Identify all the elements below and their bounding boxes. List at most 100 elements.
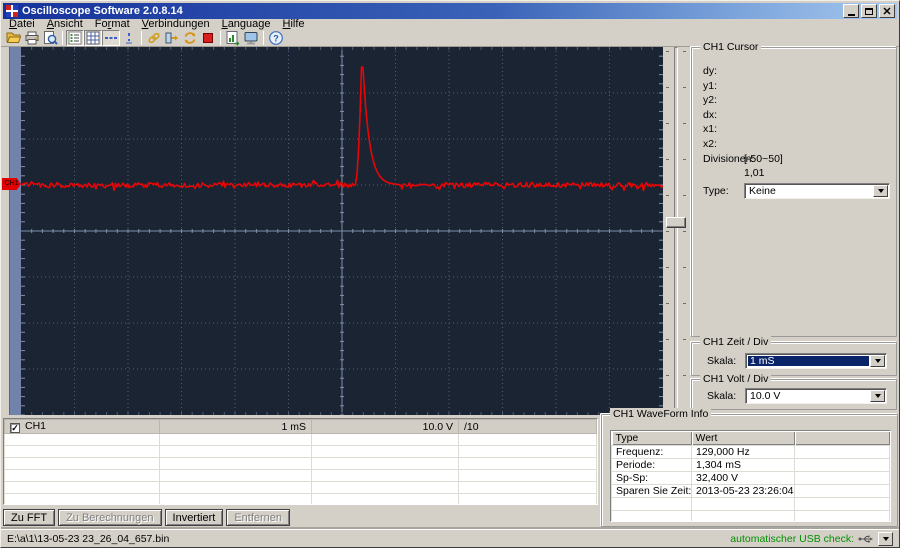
help-icon: ?: [269, 31, 283, 45]
channel-checkbox[interactable]: ✓: [10, 423, 20, 433]
cursor-field-y1: y1:: [703, 79, 718, 92]
vertical-cursors-button[interactable]: [120, 30, 138, 46]
ch1-waveform-info-group: CH1 WaveForm Info Type Wert Frequenz: 129…: [601, 408, 898, 527]
channel-empty-row: [4, 457, 597, 470]
cursor-field-x1: x1:: [703, 123, 718, 136]
vertical-position-slider: [663, 47, 689, 415]
minimize-icon: [847, 13, 855, 16]
open-file-button[interactable]: [5, 30, 23, 46]
legend-icon: [68, 31, 82, 45]
menu-datei[interactable]: Datei: [3, 19, 41, 30]
ch1-volt-div-group: CH1 Volt / Div Skala: 10.0 V: [691, 373, 897, 410]
grid-button[interactable]: [84, 30, 102, 46]
help-button[interactable]: ?: [267, 30, 285, 46]
channel-name: CH1: [25, 420, 47, 432]
channel-probe: /10: [458, 419, 597, 434]
invertiert-button[interactable]: Invertiert: [164, 509, 224, 526]
grid-icon: [86, 31, 100, 45]
channel-row-ch1[interactable]: ✓ CH1 1 mS 10.0 V /10: [4, 419, 597, 434]
menu-hilfe[interactable]: Hilfe: [277, 19, 311, 30]
app-window: Oscilloscope Software 2.0.8.14 Datei Ans…: [0, 0, 900, 548]
cursor-divisions-value-row: 1,01: [744, 167, 765, 180]
slider-track[interactable]: [674, 47, 678, 415]
title-bar: Oscilloscope Software 2.0.8.14: [3, 3, 897, 19]
waveform-info-empty-row: [611, 496, 890, 511]
channel-table: ✓ CH1 1 mS 10.0 V /10: [3, 418, 598, 505]
channel-position-gutter[interactable]: [9, 47, 21, 415]
open-file-icon: [6, 32, 22, 43]
scope-canvas[interactable]: [21, 47, 663, 415]
waveform-info-row-savetime: Sparen Sie Zeit: 2013-05-23 23:26:04: [611, 483, 890, 498]
channel-empty-row: [4, 445, 597, 458]
toolbar-separator: [141, 31, 142, 45]
status-bar: E:\a\1\13-05-23 23_26_04_657.bin automat…: [1, 529, 899, 548]
cursor-field-dx: dx:: [703, 108, 718, 121]
display-button[interactable]: [242, 30, 260, 46]
toolbar-separator: [62, 31, 63, 45]
waveform-info-table: Type Wert Frequenz: 129,000 Hz Periode: 1,…: [610, 430, 891, 522]
menu-language[interactable]: Language: [216, 19, 277, 30]
ch1-waveform-info-title: CH1 WaveForm Info: [610, 408, 712, 421]
close-button[interactable]: [879, 4, 895, 18]
entfernen-button[interactable]: Entfernen: [226, 509, 291, 526]
display-icon: [244, 32, 258, 45]
dropdown-arrow-icon[interactable]: [870, 390, 885, 402]
waveform-info-row-frequency: Frequenz: 129,000 Hz: [611, 444, 890, 459]
volt-scale-label: Skala:: [707, 390, 737, 402]
horizontal-cursors-button[interactable]: [102, 30, 120, 46]
print-icon: [25, 31, 39, 45]
menu-verbindungen[interactable]: Verbindungen: [136, 19, 216, 30]
channel-time-scale: 1 mS: [159, 419, 312, 434]
refresh-icon: [184, 32, 196, 44]
menu-format[interactable]: Format: [89, 19, 136, 30]
cursor-field-y2: y2:: [703, 94, 718, 107]
toolbar-separator: [220, 31, 221, 45]
ch1-cursor-group: CH1 Cursor dy: y1: y2: dx: x1: x2: Divis…: [691, 41, 897, 337]
channel-empty-row: [4, 469, 597, 482]
link-button[interactable]: [145, 30, 163, 46]
toolbar-separator: [263, 31, 264, 45]
cursor-type-row: Type: Keine: [692, 183, 896, 200]
menu-ansicht[interactable]: Ansicht: [41, 19, 89, 30]
channel-empty-row: [4, 493, 597, 504]
slider-ticks-right: [683, 51, 686, 411]
action-buttons: Zu FFT Zu Berechnungen Invertiert Entfer…: [3, 509, 291, 526]
dropdown-arrow-icon[interactable]: [870, 355, 885, 367]
svg-text:?: ?: [273, 33, 279, 43]
print-preview-icon: [44, 31, 58, 45]
minimize-button[interactable]: [843, 4, 859, 18]
export-chart-button[interactable]: [224, 30, 242, 46]
ch1-volt-div-title: CH1 Volt / Div: [700, 373, 772, 386]
cursor-field-dy: dy:: [703, 65, 718, 77]
zu-berechnungen-button[interactable]: Zu Berechnungen: [58, 509, 162, 526]
waveform-info-empty-row: [611, 509, 890, 521]
dropdown-arrow-icon[interactable]: [873, 185, 888, 198]
ch1-cursor-title: CH1 Cursor: [700, 41, 762, 54]
oscilloscope-display: CH1: [2, 47, 663, 415]
volt-scale-select[interactable]: 10.0 V: [745, 388, 887, 404]
usb-check-dropdown[interactable]: [878, 532, 893, 546]
print-preview-button[interactable]: [41, 30, 59, 46]
waveform-info-header[interactable]: Type Wert: [611, 431, 890, 445]
time-scale-select[interactable]: 1 mS: [745, 353, 887, 369]
close-icon: [883, 7, 891, 15]
legend-button[interactable]: [66, 30, 84, 46]
stop-button[interactable]: [199, 30, 217, 46]
maximize-button[interactable]: [861, 4, 877, 18]
vertical-cursors-icon: [126, 33, 132, 44]
menu-bar: Datei Ansicht Format Verbindungen Langua…: [3, 19, 897, 30]
slider-thumb[interactable]: [666, 217, 686, 228]
connect-button[interactable]: [163, 30, 181, 46]
channel-volt-scale: 10.0 V: [311, 419, 459, 434]
waveform-info-row-period: Periode: 1,304 mS: [611, 457, 890, 472]
export-chart-icon: [226, 31, 240, 46]
stop-icon: [203, 33, 213, 43]
refresh-button[interactable]: [181, 30, 199, 46]
cursor-type-select[interactable]: Keine: [744, 183, 890, 200]
zu-fft-button[interactable]: Zu FFT: [3, 509, 56, 526]
waveform-info-row-peak: Sp-Sp: 32,400 V: [611, 470, 890, 485]
print-button[interactable]: [23, 30, 41, 46]
ch1-time-div-title: CH1 Zeit / Div: [700, 336, 772, 349]
window-title: Oscilloscope Software 2.0.8.14: [22, 5, 183, 17]
waveform-plot: [21, 47, 663, 415]
